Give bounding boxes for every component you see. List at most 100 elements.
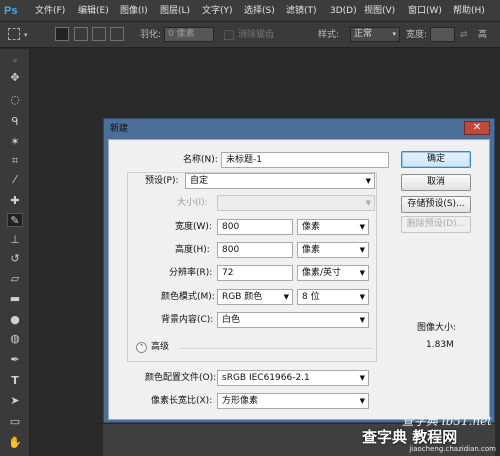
advanced-label: 高级 — [151, 342, 170, 352]
marquee-tool-icon[interactable]: ◌ — [7, 93, 23, 107]
feather-input[interactable]: 0 像素 — [164, 27, 214, 42]
watermark: 查字典 ib51.net 查字典 教程网 jiaocheng.chazidian… — [362, 412, 498, 454]
width-input[interactable] — [430, 27, 455, 42]
image-size-label: 图像大小: — [417, 323, 457, 333]
resolution-unit-dropdown-icon: ▼ — [359, 269, 365, 277]
ok-button[interactable]: 确定 — [401, 151, 471, 168]
menu-3d[interactable]: 3D(D) — [330, 0, 357, 22]
crop-tool-icon[interactable]: ⌗ — [7, 154, 23, 168]
photoshop-logo: Ps — [4, 5, 18, 17]
tools-panel: » ✥ ◌ ᑫ ✶ ⌗ ⁄ ✚ ✎ ⊥ ↺ ▱ ▬ ● ◍ ✒ T ➤ ▭ ✋ — [0, 49, 30, 456]
style-label: 样式: — [318, 30, 340, 40]
preset-label: 预设(P): — [145, 176, 179, 186]
name-input[interactable]: 未标题-1 — [221, 152, 389, 168]
path-selection-tool-icon[interactable]: ➤ — [7, 394, 23, 408]
healing-brush-tool-icon[interactable]: ✚ — [7, 194, 23, 208]
color-profile-dropdown-icon: ▼ — [359, 374, 365, 382]
dialog-body: 名称(N): 未标题-1 预设(P): 自定 ▼ 大小(I): ▼ 宽度(W): … — [108, 139, 490, 420]
pen-tool-icon[interactable]: ✒ — [7, 353, 23, 367]
pixel-aspect-label: 像素长宽比(X): — [151, 396, 213, 406]
color-mode-label: 颜色模式(M): — [161, 292, 215, 302]
antialias-checkbox[interactable] — [224, 30, 234, 40]
menu-file[interactable]: 文件(F) — [35, 0, 65, 22]
width-label: 宽度(W): — [175, 222, 212, 232]
shape-tool-icon[interactable]: ▭ — [7, 415, 23, 429]
advanced-toggle-icon[interactable]: ⌃ — [136, 342, 147, 353]
menu-select[interactable]: 选择(S) — [244, 0, 275, 22]
size-dropdown-icon: ▼ — [365, 199, 371, 207]
size-label: 大小(I): — [177, 198, 208, 208]
background-dropdown-icon: ▼ — [359, 316, 365, 324]
menu-type[interactable]: 文字(Y) — [202, 0, 233, 22]
color-profile-select[interactable]: sRGB IEC61966-2.1 ▼ — [217, 370, 369, 386]
options-bar: ▾ 羽化: 0 像素 消除锯齿 样式: 正常 ▾ 宽度: ⇄ 高 — [0, 22, 500, 48]
marquee-preset-icon[interactable] — [8, 28, 20, 40]
color-mode-select[interactable]: RGB 颜色 ▼ — [217, 289, 293, 305]
width-label: 宽度: — [406, 30, 428, 40]
background-label: 背景内容(C): — [161, 315, 214, 325]
swap-icon[interactable]: ⇄ — [460, 22, 468, 48]
menu-filter[interactable]: 滤镜(T) — [286, 0, 317, 22]
pixel-aspect-select[interactable]: 方形像素 ▼ — [217, 393, 369, 409]
preset-dropdown-icon: ▼ — [365, 177, 371, 185]
height-label: 高 — [478, 30, 488, 40]
dialog-title: 新建 — [110, 124, 129, 134]
menu-image[interactable]: 图像(I) — [120, 0, 148, 22]
pixel-aspect-dropdown-icon: ▼ — [359, 397, 365, 405]
clone-stamp-tool-icon[interactable]: ⊥ — [7, 233, 23, 247]
blur-tool-icon[interactable]: ● — [7, 313, 23, 327]
height-label: 高度(H): — [175, 245, 210, 255]
height-unit-select[interactable]: 像素 ▼ — [297, 242, 369, 258]
menu-edit[interactable]: 编辑(E) — [78, 0, 109, 22]
menu-window[interactable]: 窗口(W) — [408, 0, 442, 22]
name-label: 名称(N): — [183, 155, 218, 165]
preset-dropdown-icon[interactable]: ▾ — [24, 22, 28, 48]
feather-label: 羽化: — [140, 30, 162, 40]
menu-bar: Ps 文件(F) 编辑(E) 图像(I) 图层(L) 文字(Y) 选择(S) 滤… — [0, 0, 500, 22]
height-unit-dropdown-icon: ▼ — [359, 246, 365, 254]
resolution-label: 分辨率(R): — [169, 268, 213, 278]
lasso-tool-icon[interactable]: ᑫ — [7, 115, 23, 129]
new-document-dialog: 新建 ✕ 名称(N): 未标题-1 预设(P): 自定 ▼ 大小(I): ▼ 宽度… — [103, 118, 495, 423]
bit-depth-dropdown-icon: ▼ — [359, 293, 365, 301]
history-brush-tool-icon[interactable]: ↺ — [7, 252, 23, 266]
watermark-title: 查字典 教程网 — [362, 428, 458, 446]
menu-view[interactable]: 视图(V) — [364, 0, 395, 22]
size-select[interactable]: ▼ — [217, 195, 375, 211]
resolution-unit-select[interactable]: 像素/英寸 ▼ — [297, 265, 369, 281]
background-select[interactable]: 白色 ▼ — [217, 312, 369, 328]
dodge-tool-icon[interactable]: ◍ — [7, 332, 23, 346]
image-size-value: 1.83M — [426, 340, 454, 350]
antialias-label: 消除锯齿 — [238, 30, 275, 40]
hand-tool-icon[interactable]: ✋ — [7, 436, 23, 450]
bit-depth-select[interactable]: 8 位 ▼ — [297, 289, 369, 305]
intersect-selection-icon[interactable] — [110, 27, 124, 41]
window-controls — [440, 4, 500, 18]
width-input[interactable]: 800 — [217, 219, 293, 235]
menu-layer[interactable]: 图层(L) — [160, 0, 190, 22]
width-unit-select[interactable]: 像素 ▼ — [297, 219, 369, 235]
subtract-selection-icon[interactable] — [92, 27, 106, 41]
cancel-button[interactable]: 取消 — [401, 174, 471, 191]
height-input[interactable]: 800 — [217, 242, 293, 258]
resolution-input[interactable]: 72 — [217, 265, 293, 281]
color-profile-label: 颜色配置文件(O): — [145, 373, 217, 383]
add-selection-icon[interactable] — [74, 27, 88, 41]
preset-select[interactable]: 自定 ▼ — [185, 173, 375, 189]
save-preset-button[interactable]: 存储预设(S)... — [401, 196, 471, 213]
type-tool-icon[interactable]: T — [7, 374, 23, 388]
delete-preset-button[interactable]: 删除预设(D)... — [401, 216, 471, 233]
new-selection-icon[interactable] — [55, 27, 69, 41]
advanced-separator — [179, 348, 373, 349]
dialog-close-button[interactable]: ✕ — [464, 121, 490, 135]
brush-tool-icon[interactable]: ✎ — [7, 213, 23, 227]
watermark-url: jiaocheng.chazidian.com — [409, 445, 496, 453]
move-tool-icon[interactable]: ✥ — [7, 71, 23, 85]
magic-wand-tool-icon[interactable]: ✶ — [7, 135, 23, 149]
eraser-tool-icon[interactable]: ▱ — [7, 272, 23, 286]
collapse-icon[interactable]: » — [7, 54, 23, 68]
eyedropper-tool-icon[interactable]: ⁄ — [7, 173, 23, 187]
style-select[interactable]: 正常 ▾ — [350, 27, 400, 42]
color-mode-dropdown-icon: ▼ — [283, 293, 289, 301]
gradient-tool-icon[interactable]: ▬ — [7, 292, 23, 306]
